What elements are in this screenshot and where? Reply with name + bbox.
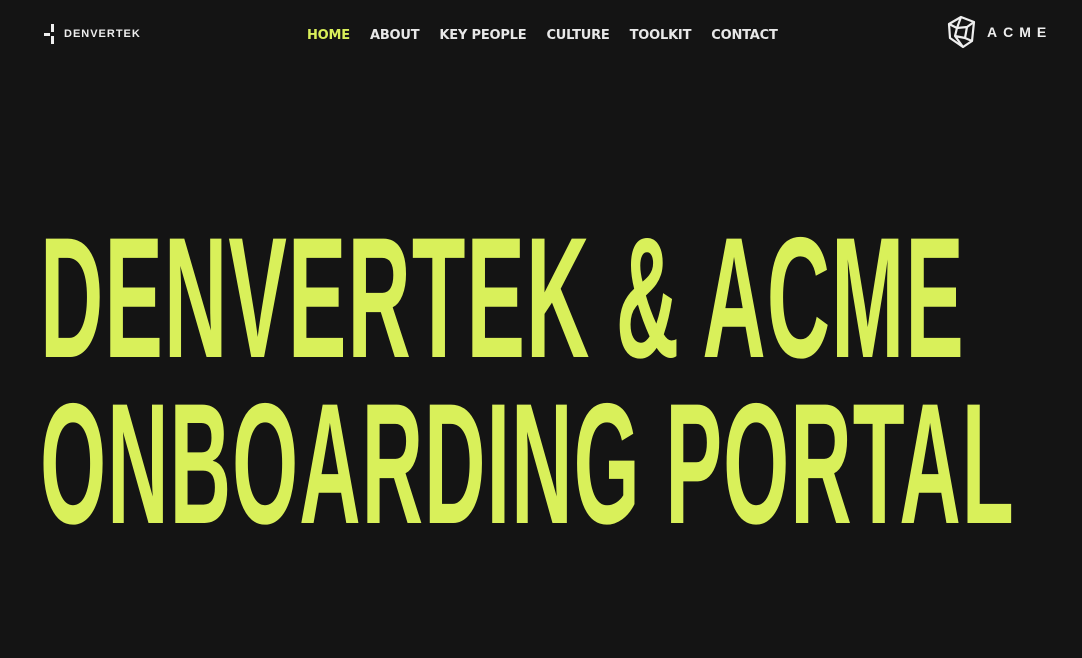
nav-about[interactable]: ABOUT [370,28,420,43]
hero-title-line-2: ONBOARDING PORTAL [40,368,1015,560]
hero-title-line-1: DENVERTEK & ACME [40,202,965,394]
cross-mark-icon [44,24,60,44]
nav-home[interactable]: HOME [307,28,350,43]
denvertek-logo-text: DENVERTEK [64,28,141,40]
nav-key-people[interactable]: KEY PEOPLE [439,28,526,43]
nav-culture[interactable]: CULTURE [546,28,609,43]
acme-logo-text: ACME [987,24,1053,40]
denvertek-logo[interactable]: DENVERTEK [44,24,141,44]
main-nav: HOME ABOUT KEY PEOPLE CULTURE TOOLKIT CO… [307,28,778,43]
wireframe-cube-icon [947,15,976,49]
acme-logo[interactable]: ACME [945,14,1052,50]
nav-contact[interactable]: CONTACT [711,28,778,43]
nav-toolkit[interactable]: TOOLKIT [630,28,692,43]
hero-title: DENVERTEK & ACME ONBOARDING PORTAL [40,202,1082,560]
